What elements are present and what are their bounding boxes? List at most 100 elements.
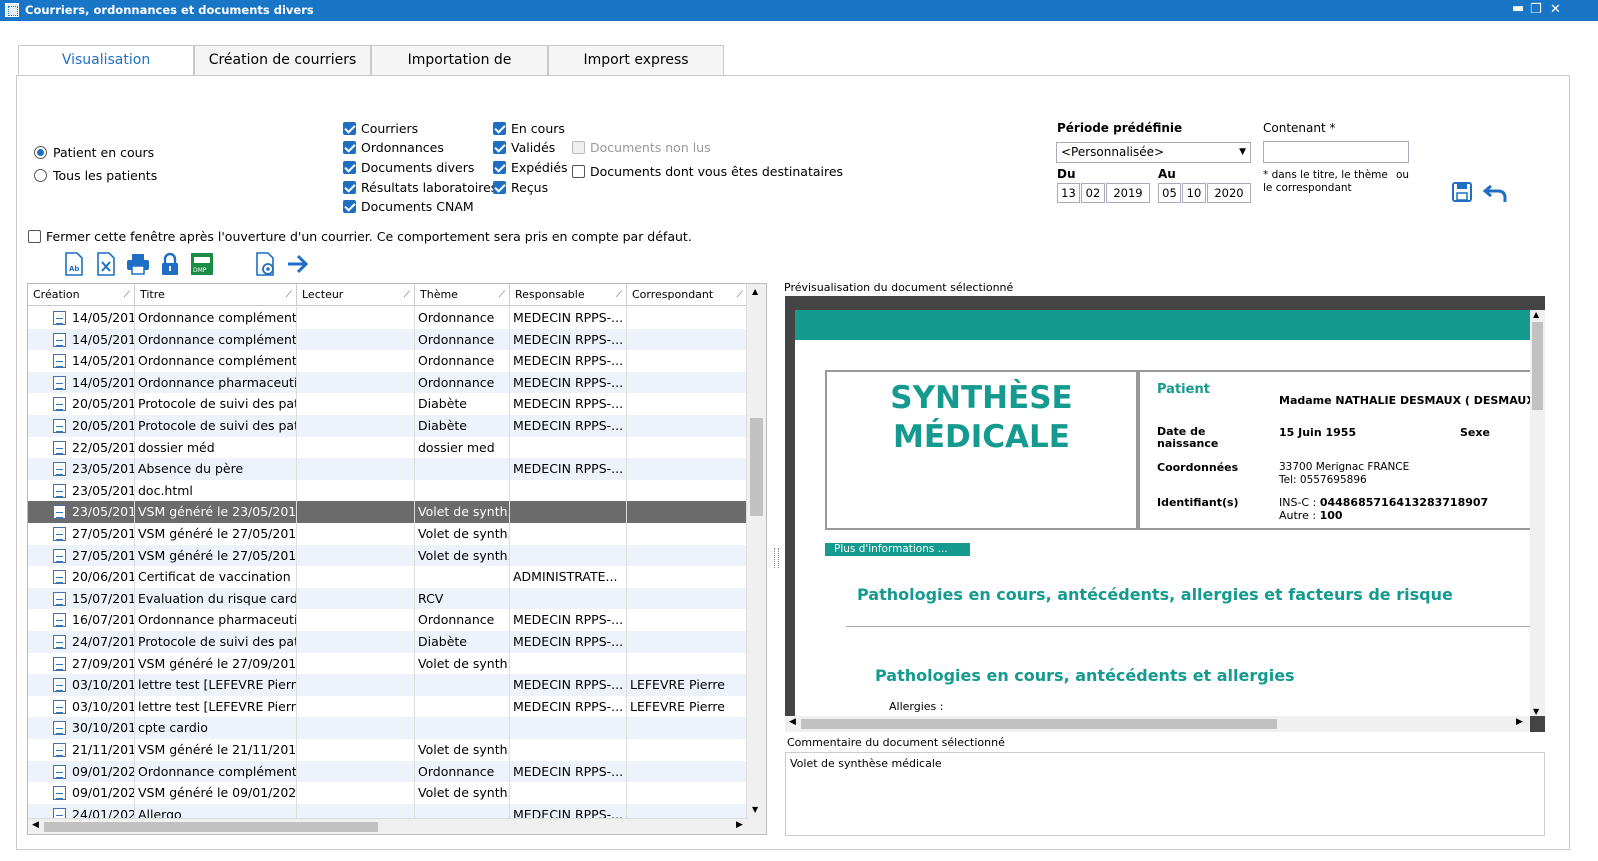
lock-icon[interactable] xyxy=(158,252,182,276)
table-cell: Certificat de vaccination xyxy=(135,566,297,588)
table-cell xyxy=(297,436,415,459)
table-row[interactable]: 16/07/2019Ordonnance pharmaceuti... Ordon… xyxy=(28,609,748,631)
new-document-icon[interactable]: Ab xyxy=(62,252,86,276)
table-cell: Diabète xyxy=(415,631,510,653)
to-year-field[interactable]: 2020 xyxy=(1207,183,1251,203)
table-row[interactable]: 30/10/2019cpte cardio xyxy=(28,717,748,739)
from-year-field[interactable]: 2019 xyxy=(1106,183,1150,203)
table-row[interactable]: 22/05/2019dossier méd dossier med xyxy=(28,436,748,459)
table-cell: VSM généré le 27/09/201... xyxy=(135,652,297,675)
table-row[interactable]: 21/11/2019VSM généré le 21/11/201... Vole… xyxy=(28,739,748,761)
checkbox-courriers[interactable]: Courriers xyxy=(343,121,418,136)
table-row[interactable]: 27/05/2019VSM généré le 27/05/201... Vole… xyxy=(28,523,748,545)
table-cell: MEDECIN RPPS-... xyxy=(510,328,627,351)
radio-patient-en-cours[interactable]: Patient en cours xyxy=(34,145,154,160)
from-month-field[interactable]: 02 xyxy=(1081,183,1105,203)
column-header-lecteur[interactable]: Lecteur ⟋ xyxy=(297,284,415,306)
panel-splitter[interactable] xyxy=(774,548,779,568)
preview-vscroll-thumb[interactable] xyxy=(1532,322,1543,410)
table-cell xyxy=(627,371,748,394)
table-cell: MEDECIN RPPS-... xyxy=(510,609,627,631)
checkbox-documents-divers[interactable]: Documents divers xyxy=(343,160,474,175)
table-row[interactable]: 24/01/2020Allergo MEDECIN RPPS-... xyxy=(28,803,748,819)
table-row[interactable]: 20/05/2019Protocole de suivi des pat... D… xyxy=(28,415,748,437)
table-row[interactable]: 03/10/2019lettre test [LEFEVRE Pierr... M… xyxy=(28,695,748,718)
arrow-right-icon[interactable] xyxy=(286,252,310,276)
table-cell xyxy=(627,436,748,459)
checkbox-resultats-laboratoires[interactable]: Résultats laboratoires xyxy=(343,180,497,195)
checkbox-en-cours[interactable]: En cours xyxy=(493,121,565,136)
more-info-button[interactable]: Plus d'informations ... xyxy=(825,543,970,556)
table-cell: Ordonnance xyxy=(415,371,510,394)
checkbox-expedies[interactable]: Expédiés xyxy=(493,160,568,175)
preview-vertical-scrollbar[interactable]: ▲ ▼ xyxy=(1530,310,1545,716)
table-row[interactable]: 14/05/2019Ordonnance complément... Ordonn… xyxy=(28,350,748,372)
table-cell: Volet de synth... xyxy=(415,523,510,545)
tab-import-express[interactable]: Import express xyxy=(548,45,724,75)
delete-document-icon[interactable] xyxy=(94,252,118,276)
table-cell: 27/05/2019 xyxy=(28,523,135,545)
checkbox-recus[interactable]: Reçus xyxy=(493,180,548,195)
radio-indicator[interactable] xyxy=(34,146,47,159)
contains-input[interactable] xyxy=(1263,141,1409,163)
checkbox-valides[interactable]: Validés xyxy=(493,140,555,155)
save-icon[interactable] xyxy=(1451,181,1473,203)
checkbox-ordonnances[interactable]: Ordonnances xyxy=(343,140,444,155)
table-row[interactable]: 20/05/2019Protocole de suivi des pat... D… xyxy=(28,393,748,415)
table-row[interactable]: 24/07/2019Protocole de suivi des pat... D… xyxy=(28,631,748,653)
tab-visualisation[interactable]: Visualisation xyxy=(18,45,194,76)
document-icon xyxy=(53,721,66,736)
checkbox-destinataires[interactable]: Documents dont vous êtes destinataires xyxy=(572,164,843,179)
to-day-field[interactable]: 05 xyxy=(1158,183,1181,203)
table-row[interactable]: 14/05/2019Ordonnance complément... Ordonn… xyxy=(28,307,748,329)
preview-document-icon[interactable] xyxy=(254,252,278,276)
column-header-responsable[interactable]: Responsable ⟋ xyxy=(510,284,627,306)
grid-vscroll-thumb[interactable] xyxy=(750,418,763,516)
checkbox-documents-cnam[interactable]: Documents CNAM xyxy=(343,199,474,214)
table-row[interactable]: 23/05/2019Absence du père MEDECIN RPPS-..… xyxy=(28,458,748,480)
print-icon[interactable] xyxy=(126,252,150,276)
table-row[interactable]: 09/01/2020Ordonnance complément... Ordonn… xyxy=(28,760,748,783)
table-row[interactable]: 14/05/2019Ordonnance pharmaceuti... Ordon… xyxy=(28,371,748,394)
document-icon xyxy=(53,613,66,628)
radio-tous-patients[interactable]: Tous les patients xyxy=(34,168,157,183)
table-row[interactable]: 20/06/2019Certificat de vaccination ADMIN… xyxy=(28,566,748,588)
tab-creation-courriers[interactable]: Création de courriers xyxy=(194,45,371,75)
table-row[interactable]: 27/05/2019VSM généré le 27/05/201... Vole… xyxy=(28,544,748,567)
period-select[interactable]: <Personnalisée> ▼ xyxy=(1056,142,1251,163)
table-row[interactable]: 03/10/2019lettre test [LEFEVRE Pierr... M… xyxy=(28,674,748,696)
restore-icon[interactable]: ❐ xyxy=(1530,2,1542,17)
table-cell: Ordonnance xyxy=(415,609,510,631)
table-row[interactable]: 27/09/2019VSM généré le 27/09/201... Vole… xyxy=(28,652,748,675)
minimize-icon[interactable]: ▬ xyxy=(1512,1,1524,16)
to-month-field[interactable]: 10 xyxy=(1182,183,1206,203)
column-header-correspondant[interactable]: Correspondant ⟋ xyxy=(627,284,748,306)
table-cell xyxy=(297,631,415,653)
undo-icon[interactable] xyxy=(1483,181,1509,203)
tab-importation-document[interactable]: Importation de document xyxy=(371,45,548,97)
grid-vertical-scrollbar[interactable]: ▲ ▼ xyxy=(746,284,766,834)
from-day-field[interactable]: 13 xyxy=(1057,183,1080,203)
close-icon[interactable]: ✕ xyxy=(1550,2,1561,17)
table-cell xyxy=(627,760,748,783)
comment-box[interactable]: Volet de synthèse médicale xyxy=(785,752,1545,836)
preview-hscroll-thumb[interactable] xyxy=(801,719,1277,729)
column-header-creation[interactable]: Création ⟋ xyxy=(28,284,135,306)
table-cell xyxy=(297,501,415,523)
table-row[interactable]: 14/05/2019Ordonnance complément... Ordonn… xyxy=(28,328,748,351)
table-row[interactable]: 23/05/2019doc.html xyxy=(28,479,748,502)
documents-grid[interactable]: Création ⟋ Titre ⟋ Lecteur ⟋ Thème ⟋ Respons… xyxy=(27,283,767,835)
preview-horizontal-scrollbar[interactable]: ◀ ▶ xyxy=(785,716,1530,732)
radio-indicator[interactable] xyxy=(34,169,47,182)
table-row[interactable]: 09/01/2020VSM généré le 09/01/202... Vole… xyxy=(28,782,748,804)
table-cell xyxy=(510,523,627,545)
grid-horizontal-scrollbar[interactable]: ◀ ▶ xyxy=(28,818,748,834)
grid-hscroll-thumb[interactable] xyxy=(44,822,378,832)
table-cell xyxy=(627,782,748,804)
dmp-icon[interactable]: DMP xyxy=(190,252,214,276)
checkbox-close-after-open[interactable]: Fermer cette fenêtre après l'ouverture d… xyxy=(28,229,692,244)
table-row[interactable]: 15/07/2019Evaluation du risque cardi... R… xyxy=(28,587,748,610)
table-row[interactable]: 23/05/2019VSM généré le 23/05/201... Vole… xyxy=(28,501,748,523)
column-header-theme[interactable]: Thème ⟋ xyxy=(415,284,510,306)
column-header-titre[interactable]: Titre ⟋ xyxy=(135,284,297,306)
